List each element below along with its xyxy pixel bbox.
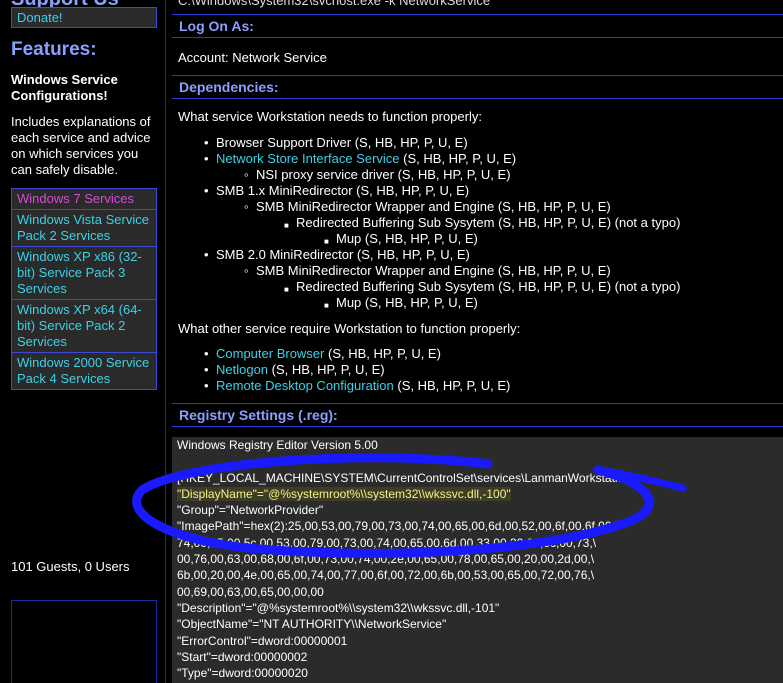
required-text: (S, HB, HP, P, U, E) [324, 346, 441, 361]
required-link[interactable]: Computer Browser [216, 346, 324, 361]
main-content: C:\Windows\System32\svchost.exe -k Netwo… [172, 0, 783, 683]
dependency-item: SMB 2.0 MiniRedirector (S, HB, HP, P, U,… [204, 247, 470, 263]
required-intro: What other service require Workstation t… [178, 321, 521, 336]
dependency-item: Redirected Buffering Sub Sysytem (S, HB,… [284, 215, 681, 234]
registry-line: [HKEY_LOCAL_MACHINE\SYSTEM\CurrentContro… [177, 470, 635, 485]
registry-line: "Type"=dword:00000020 [177, 666, 308, 681]
dependency-item: NSI proxy service driver (S, HB, HP, P, … [244, 167, 511, 183]
registry-line: "DisplayName"="@%systemroot%\\system32\\… [177, 486, 511, 501]
features-bold-text: Windows Service Configurations! [11, 72, 118, 103]
registry-line: "Start"=dword:00000002 [177, 649, 308, 664]
dependency-item: SMB MiniRedirector Wrapper and Engine (S… [244, 263, 611, 279]
dependency-text: Redirected Buffering Sub Sysytem (S, HB,… [296, 215, 681, 230]
required-link[interactable]: Netlogon [216, 362, 268, 377]
registry-line: Windows Registry Editor Version 5.00 [177, 438, 378, 452]
dependency-item: Browser Support Driver (S, HB, HP, P, U,… [204, 135, 468, 151]
dependency-item: Mup (S, HB, HP, P, U, E) [324, 231, 478, 250]
registry-line: 6b,00,20,00,4e,00,65,00,74,00,77,00,6f,0… [177, 568, 595, 583]
logon-heading: Log On As: [172, 14, 783, 38]
dependency-link[interactable]: Network Store Interface Service [216, 151, 400, 166]
registry-line: "ImagePath"=hex(2):25,00,53,00,79,00,73,… [177, 519, 619, 534]
registry-line: "Group"="NetworkProvider" [177, 503, 324, 518]
dependency-text: SMB 1.x MiniRedirector (S, HB, HP, P, U,… [216, 183, 470, 198]
registry-line: 00,76,00,63,00,68,00,6f,00,73,00,74,00,2… [177, 552, 595, 567]
dependency-item: SMB 1.x MiniRedirector (S, HB, HP, P, U,… [204, 183, 470, 199]
sidebar-menu-item[interactable]: Windows 2000 Service Pack 4 Services [12, 353, 156, 389]
sidebar-menu-item[interactable]: Windows Vista Service Pack 2 Services [12, 210, 156, 247]
dependencies-heading: Dependencies: [172, 75, 783, 99]
dependency-text: Redirected Buffering Sub Sysytem (S, HB,… [296, 279, 681, 294]
guest-count: 101 Guests, 0 Users [11, 559, 130, 574]
registry-line: "Description"="@%systemroot%\\system32\\… [177, 600, 500, 615]
dependency-text: SMB MiniRedirector Wrapper and Engine (S… [256, 263, 611, 278]
sidebar: Support Us Donate! Features: Windows Ser… [0, 0, 166, 683]
registry-line: "ErrorControl"=dword:00000001 [177, 633, 348, 648]
sidebar-menu-item[interactable]: Windows XP x64 (64-bit) Service Pack 2 S… [12, 300, 156, 353]
registry-code-block: Windows Registry Editor Version 5.00 [HK… [172, 437, 783, 683]
dependency-item: Redirected Buffering Sub Sysytem (S, HB,… [284, 279, 681, 298]
features-menu: Windows 7 Services Windows Vista Service … [11, 188, 157, 390]
registry-line [177, 453, 783, 469]
logon-account: Account: Network Service [178, 50, 327, 65]
dependency-text: SMB MiniRedirector Wrapper and Engine (S… [256, 199, 611, 214]
sidebar-menu-item[interactable]: Windows 7 Services [12, 189, 156, 210]
donate-button[interactable]: Donate! [11, 7, 157, 28]
required-text: (S, HB, HP, P, U, E) [268, 362, 385, 377]
dependency-item: Mup (S, HB, HP, P, U, E) [324, 295, 478, 314]
needs-intro: What service Workstation needs to functi… [178, 109, 482, 124]
registry-heading: Registry Settings (.reg): [172, 403, 783, 427]
dependency-text: Mup (S, HB, HP, P, U, E) [336, 295, 478, 310]
dependency-text: SMB 2.0 MiniRedirector (S, HB, HP, P, U,… [216, 247, 470, 262]
required-item: Remote Desktop Configuration (S, HB, HP,… [204, 378, 511, 394]
sidebar-menu-item[interactable]: Windows XP x86 (32-bit) Service Pack 3 S… [12, 247, 156, 300]
sidebar-bottom-box [11, 600, 157, 683]
service-path-text: C:\Windows\System32\svchost.exe -k Netwo… [178, 0, 491, 8]
required-item: Computer Browser (S, HB, HP, P, U, E) [204, 346, 441, 362]
dependency-item: SMB MiniRedirector Wrapper and Engine (S… [244, 199, 611, 215]
required-text: (S, HB, HP, P, U, E) [393, 378, 511, 393]
registry-line: 00,69,00,63,00,65,00,00,00 [177, 584, 324, 599]
dependency-item: Network Store Interface Service (S, HB, … [204, 151, 517, 167]
features-heading: Features: [11, 39, 97, 60]
dependency-text: NSI proxy service driver (S, HB, HP, P, … [256, 167, 511, 182]
registry-line: 74,00,25,00,5c,00,53,00,79,00,73,00,74,0… [177, 535, 597, 550]
registry-line: "ObjectName"="NT AUTHORITY\\NetworkServi… [177, 617, 447, 632]
dependency-text: (S, HB, HP, P, U, E) [399, 151, 517, 166]
dependency-text: Browser Support Driver (S, HB, HP, P, U,… [216, 135, 468, 150]
required-item: Netlogon (S, HB, HP, P, U, E) [204, 362, 385, 378]
features-description: Includes explanations of each service an… [11, 114, 151, 177]
required-link[interactable]: Remote Desktop Configuration [216, 378, 394, 393]
dependency-text: Mup (S, HB, HP, P, U, E) [336, 231, 478, 246]
